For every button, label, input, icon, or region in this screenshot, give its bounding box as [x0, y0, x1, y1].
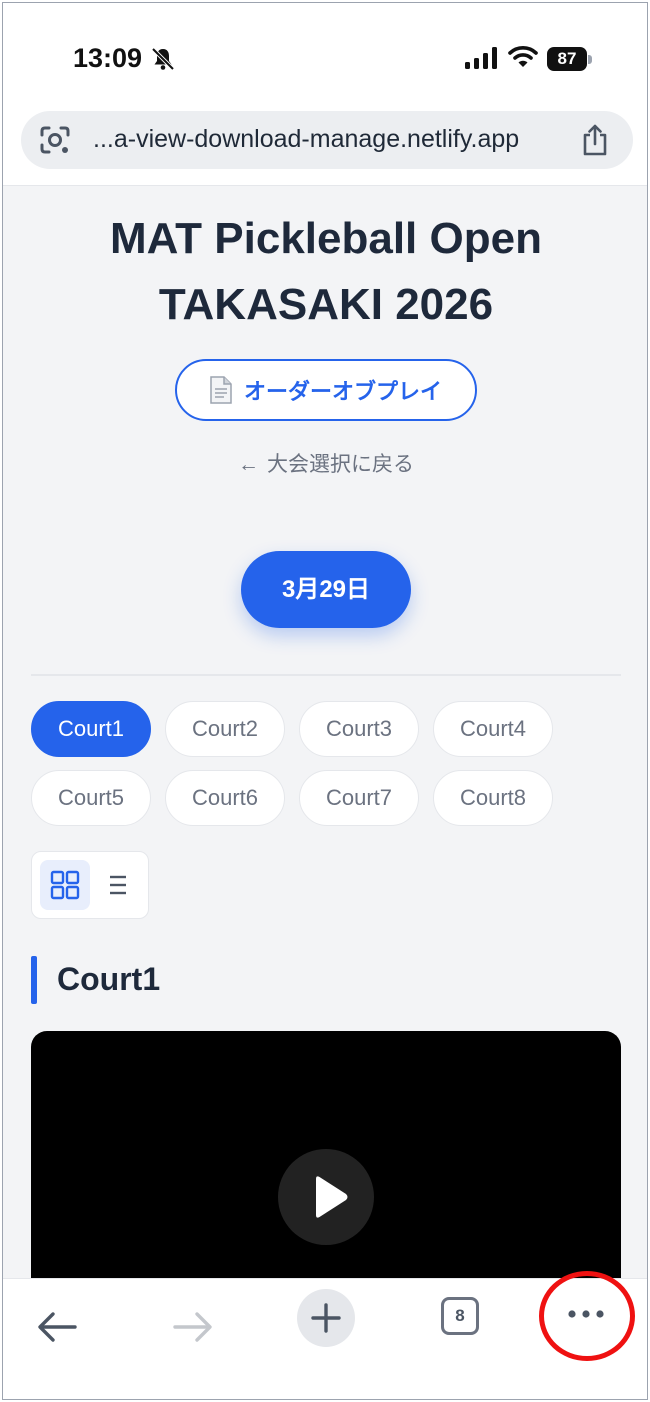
battery-icon: 87 [547, 47, 593, 71]
court-tab-7[interactable]: Court7 [299, 770, 419, 826]
back-arrow-icon[interactable] [29, 1293, 89, 1357]
phone-frame: 13:09 87 ...a-view-download-manage.netli… [2, 2, 648, 1400]
back-arrow-icon: ← [238, 453, 259, 476]
date-button[interactable]: 3月29日 [241, 551, 411, 628]
video-player[interactable] [31, 1031, 621, 1278]
browser-toolbar: 8 [3, 1271, 647, 1399]
court-tab-6[interactable]: Court6 [165, 770, 285, 826]
view-toggle [31, 851, 149, 919]
play-icon [316, 1176, 348, 1218]
play-button[interactable] [278, 1149, 374, 1245]
signal-icon [465, 47, 497, 69]
court-tab-5[interactable]: Court5 [31, 770, 151, 826]
court-tab-2[interactable]: Court2 [165, 701, 285, 757]
court-tab-4[interactable]: Court4 [433, 701, 553, 757]
grid-view-button[interactable] [40, 860, 90, 910]
page-title-line1: MAT Pickleball Open [110, 214, 542, 263]
list-view-icon [110, 875, 126, 895]
new-tab-button[interactable] [297, 1289, 355, 1347]
page-title-line2: TAKASAKI 2026 [158, 280, 494, 329]
address-bar[interactable]: ...a-view-download-manage.netlify.app [21, 111, 633, 169]
divider [31, 674, 621, 676]
highlight-circle [539, 1271, 635, 1361]
court-tab-1[interactable]: Court1 [31, 701, 151, 757]
web-page: MAT Pickleball Open TAKASAKI 2026 オーダーオブ… [3, 186, 647, 1278]
court-tab-8[interactable]: Court8 [433, 770, 553, 826]
wifi-icon [508, 46, 538, 67]
section-title: Court1 [57, 961, 161, 997]
back-link-label: 大会選択に戻る [267, 453, 414, 476]
court-tab-3[interactable]: Court3 [299, 701, 419, 757]
status-bar: 13:09 87 [3, 3, 647, 103]
lens-icon[interactable] [39, 125, 71, 155]
forward-arrow-icon[interactable] [161, 1293, 221, 1357]
battery-level: 87 [547, 47, 587, 71]
share-icon[interactable] [581, 124, 609, 156]
bell-slash-icon [151, 47, 175, 71]
list-view-button[interactable] [94, 860, 142, 910]
document-icon [210, 376, 232, 404]
url-text[interactable]: ...a-view-download-manage.netlify.app [93, 125, 519, 154]
status-time: 13:09 [73, 43, 143, 73]
tabs-icon[interactable]: 8 [441, 1297, 479, 1335]
grid-view-icon [50, 870, 80, 900]
page-title: MAT Pickleball Open TAKASAKI 2026 [3, 206, 647, 338]
back-to-tournaments-link[interactable]: ← 大会選択に戻る [3, 448, 647, 478]
order-of-play-button[interactable]: オーダーオブプレイ [175, 359, 477, 421]
plus-icon [311, 1303, 341, 1333]
order-of-play-label: オーダーオブプレイ [243, 379, 442, 404]
section-accent-bar [31, 956, 37, 1004]
